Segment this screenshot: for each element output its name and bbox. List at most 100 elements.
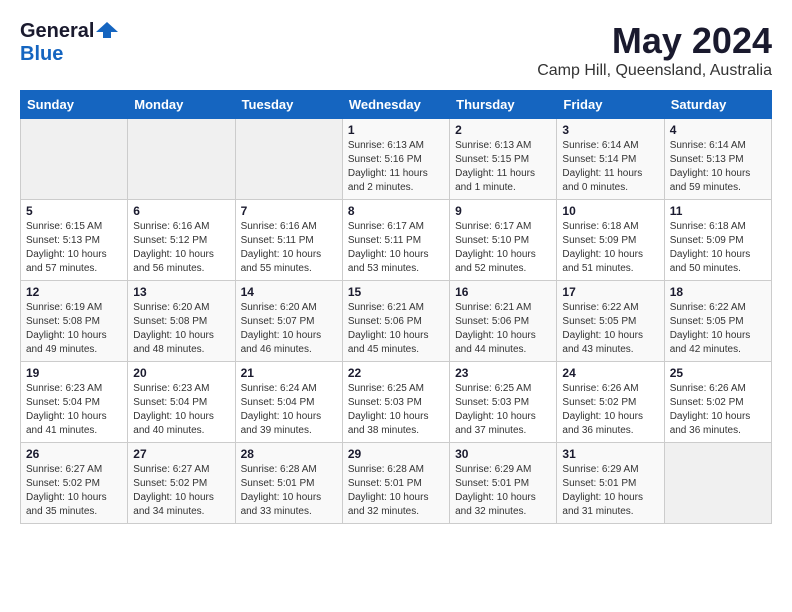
calendar-subtitle: Camp Hill, Queensland, Australia	[537, 62, 772, 80]
day-number: 6	[133, 204, 229, 218]
calendar-cell	[128, 119, 235, 200]
day-info: Sunrise: 6:13 AMSunset: 5:15 PMDaylight:…	[455, 139, 551, 195]
logo-blue-text: Blue	[20, 43, 63, 66]
day-info: Sunrise: 6:22 AMSunset: 5:05 PMDaylight:…	[562, 301, 658, 357]
day-info: Sunrise: 6:25 AMSunset: 5:03 PMDaylight:…	[348, 382, 444, 438]
day-info: Sunrise: 6:29 AMSunset: 5:01 PMDaylight:…	[455, 463, 551, 519]
logo-bird-icon	[96, 20, 118, 40]
calendar-cell: 6 Sunrise: 6:16 AMSunset: 5:12 PMDaylight…	[128, 200, 235, 281]
calendar-cell: 9Sunrise: 6:17 AMSunset: 5:10 PMDaylight…	[450, 200, 557, 281]
title-block: May 2024 Camp Hill, Queensland, Australi…	[537, 20, 772, 80]
calendar-cell: 10 Sunrise: 6:18 AMSunset: 5:09 PMDayligh…	[557, 200, 664, 281]
day-number: 19	[26, 366, 122, 380]
day-info: Sunrise: 6:15 AMSunset: 5:13 PMDaylight:…	[26, 220, 122, 276]
day-info: Sunrise: 6:28 AMSunset: 5:01 PMDaylight:…	[348, 463, 444, 519]
day-info: Sunrise: 6:18 AMSunset: 5:09 PMDaylight:…	[670, 220, 766, 276]
day-number: 2	[455, 123, 551, 137]
day-number: 23	[455, 366, 551, 380]
day-number: 24	[562, 366, 658, 380]
day-number: 14	[241, 285, 337, 299]
calendar-cell: 31Sunrise: 6:29 AMSunset: 5:01 PMDayligh…	[557, 443, 664, 524]
calendar-cell: 7 Sunrise: 6:16 AMSunset: 5:11 PMDaylight…	[235, 200, 342, 281]
calendar-cell: 21 Sunrise: 6:24 AMSunset: 5:04 PMDayligh…	[235, 362, 342, 443]
calendar-cell: 25 Sunrise: 6:26 AMSunset: 5:02 PMDayligh…	[664, 362, 771, 443]
calendar-week-row: 1 Sunrise: 6:13 AMSunset: 5:16 PMDaylight…	[21, 119, 772, 200]
page-header: General Blue May 2024 Camp Hill, Queensl…	[20, 20, 772, 80]
day-number: 8	[348, 204, 444, 218]
day-number: 16	[455, 285, 551, 299]
weekday-header-friday: Friday	[557, 91, 664, 119]
day-number: 29	[348, 447, 444, 461]
calendar-cell	[235, 119, 342, 200]
day-number: 25	[670, 366, 766, 380]
day-info: Sunrise: 6:18 AMSunset: 5:09 PMDaylight:…	[562, 220, 658, 276]
calendar-cell: 12 Sunrise: 6:19 AMSunset: 5:08 PMDayligh…	[21, 281, 128, 362]
logo: General Blue	[20, 20, 118, 66]
calendar-cell: 17Sunrise: 6:22 AMSunset: 5:05 PMDayligh…	[557, 281, 664, 362]
calendar-cell: 24 Sunrise: 6:26 AMSunset: 5:02 PMDayligh…	[557, 362, 664, 443]
calendar-cell: 18Sunrise: 6:22 AMSunset: 5:05 PMDayligh…	[664, 281, 771, 362]
day-number: 1	[348, 123, 444, 137]
day-info: Sunrise: 6:17 AMSunset: 5:11 PMDaylight:…	[348, 220, 444, 276]
day-number: 9	[455, 204, 551, 218]
weekday-header-monday: Monday	[128, 91, 235, 119]
day-info: Sunrise: 6:24 AMSunset: 5:04 PMDaylight:…	[241, 382, 337, 438]
weekday-header-tuesday: Tuesday	[235, 91, 342, 119]
day-info: Sunrise: 6:20 AMSunset: 5:07 PMDaylight:…	[241, 301, 337, 357]
calendar-cell: 28 Sunrise: 6:28 AMSunset: 5:01 PMDayligh…	[235, 443, 342, 524]
calendar-cell: 13Sunrise: 6:20 AMSunset: 5:08 PMDayligh…	[128, 281, 235, 362]
day-number: 7	[241, 204, 337, 218]
day-info: Sunrise: 6:23 AMSunset: 5:04 PMDaylight:…	[133, 382, 229, 438]
calendar-cell: 30 Sunrise: 6:29 AMSunset: 5:01 PMDayligh…	[450, 443, 557, 524]
day-info: Sunrise: 6:14 AMSunset: 5:14 PMDaylight:…	[562, 139, 658, 195]
day-info: Sunrise: 6:21 AMSunset: 5:06 PMDaylight:…	[348, 301, 444, 357]
day-number: 21	[241, 366, 337, 380]
calendar-cell: 3 Sunrise: 6:14 AMSunset: 5:14 PMDaylight…	[557, 119, 664, 200]
calendar-cell: 16 Sunrise: 6:21 AMSunset: 5:06 PMDayligh…	[450, 281, 557, 362]
calendar-cell: 11 Sunrise: 6:18 AMSunset: 5:09 PMDayligh…	[664, 200, 771, 281]
day-number: 10	[562, 204, 658, 218]
calendar-cell: 26Sunrise: 6:27 AMSunset: 5:02 PMDayligh…	[21, 443, 128, 524]
day-number: 30	[455, 447, 551, 461]
weekday-header-thursday: Thursday	[450, 91, 557, 119]
day-info: Sunrise: 6:19 AMSunset: 5:08 PMDaylight:…	[26, 301, 122, 357]
day-info: Sunrise: 6:27 AMSunset: 5:02 PMDaylight:…	[133, 463, 229, 519]
calendar-title: May 2024	[537, 20, 772, 62]
day-number: 15	[348, 285, 444, 299]
day-number: 22	[348, 366, 444, 380]
calendar-week-row: 5Sunrise: 6:15 AMSunset: 5:13 PMDaylight…	[21, 200, 772, 281]
day-info: Sunrise: 6:14 AMSunset: 5:13 PMDaylight:…	[670, 139, 766, 195]
calendar-cell: 15 Sunrise: 6:21 AMSunset: 5:06 PMDayligh…	[342, 281, 449, 362]
day-number: 20	[133, 366, 229, 380]
day-info: Sunrise: 6:23 AMSunset: 5:04 PMDaylight:…	[26, 382, 122, 438]
day-info: Sunrise: 6:26 AMSunset: 5:02 PMDaylight:…	[562, 382, 658, 438]
calendar-cell: 22 Sunrise: 6:25 AMSunset: 5:03 PMDayligh…	[342, 362, 449, 443]
day-info: Sunrise: 6:21 AMSunset: 5:06 PMDaylight:…	[455, 301, 551, 357]
day-info: Sunrise: 6:22 AMSunset: 5:05 PMDaylight:…	[670, 301, 766, 357]
calendar-cell: 8 Sunrise: 6:17 AMSunset: 5:11 PMDaylight…	[342, 200, 449, 281]
calendar-cell: 2 Sunrise: 6:13 AMSunset: 5:15 PMDaylight…	[450, 119, 557, 200]
day-number: 3	[562, 123, 658, 137]
calendar-cell	[664, 443, 771, 524]
day-number: 4	[670, 123, 766, 137]
calendar-cell: 23Sunrise: 6:25 AMSunset: 5:03 PMDayligh…	[450, 362, 557, 443]
day-info: Sunrise: 6:26 AMSunset: 5:02 PMDaylight:…	[670, 382, 766, 438]
calendar-cell: 4 Sunrise: 6:14 AMSunset: 5:13 PMDaylight…	[664, 119, 771, 200]
calendar-week-row: 26Sunrise: 6:27 AMSunset: 5:02 PMDayligh…	[21, 443, 772, 524]
day-number: 12	[26, 285, 122, 299]
calendar-cell: 5Sunrise: 6:15 AMSunset: 5:13 PMDaylight…	[21, 200, 128, 281]
logo-general-text: General	[20, 20, 94, 43]
weekday-header-sunday: Sunday	[21, 91, 128, 119]
day-info: Sunrise: 6:16 AMSunset: 5:11 PMDaylight:…	[241, 220, 337, 276]
day-info: Sunrise: 6:13 AMSunset: 5:16 PMDaylight:…	[348, 139, 444, 195]
calendar-cell: 1 Sunrise: 6:13 AMSunset: 5:16 PMDaylight…	[342, 119, 449, 200]
day-info: Sunrise: 6:20 AMSunset: 5:08 PMDaylight:…	[133, 301, 229, 357]
day-number: 27	[133, 447, 229, 461]
calendar-cell: 14 Sunrise: 6:20 AMSunset: 5:07 PMDayligh…	[235, 281, 342, 362]
day-number: 28	[241, 447, 337, 461]
day-number: 11	[670, 204, 766, 218]
day-info: Sunrise: 6:16 AMSunset: 5:12 PMDaylight:…	[133, 220, 229, 276]
calendar-cell: 20 Sunrise: 6:23 AMSunset: 5:04 PMDayligh…	[128, 362, 235, 443]
calendar-week-row: 19 Sunrise: 6:23 AMSunset: 5:04 PMDayligh…	[21, 362, 772, 443]
day-info: Sunrise: 6:28 AMSunset: 5:01 PMDaylight:…	[241, 463, 337, 519]
